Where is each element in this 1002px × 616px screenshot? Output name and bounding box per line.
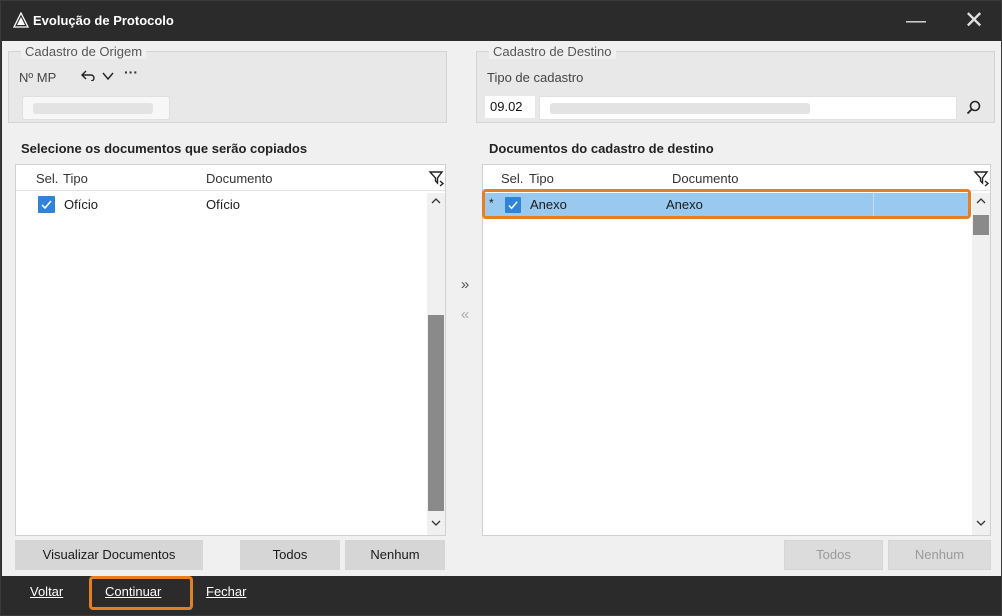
right-panel-title: Documentos do cadastro de destino <box>489 141 714 156</box>
close-window-button[interactable]: ✕ <box>952 7 996 35</box>
destination-documents-grid: Sel. Tipo Documento * Anexo Anexo <box>482 164 991 536</box>
move-right-button[interactable]: » <box>457 277 473 293</box>
redacted-value <box>33 103 153 114</box>
bottom-action-bar: Voltar Continuar Fechar <box>2 576 1001 611</box>
column-header-tipo[interactable]: Tipo <box>63 171 88 186</box>
dialog-body: Cadastro de Origem Nº MP ··· Cadastro de… <box>2 41 1001 576</box>
cadastro-destino-legend: Cadastro de Destino <box>489 44 616 59</box>
column-header-documento[interactable]: Documento <box>206 171 272 186</box>
scroll-up-icon[interactable] <box>972 193 990 211</box>
move-left-button[interactable]: « <box>457 307 473 323</box>
scroll-down-icon[interactable] <box>427 515 445 533</box>
scroll-down-icon[interactable] <box>972 515 990 533</box>
column-header-documento[interactable]: Documento <box>672 171 738 186</box>
grid-header: Sel. Tipo Documento <box>483 165 990 191</box>
voltar-button[interactable]: Voltar <box>30 584 63 599</box>
cadastro-destino-group: Cadastro de Destino Tipo de cadastro 09.… <box>476 44 995 123</box>
select-all-button[interactable]: Todos <box>240 540 340 570</box>
tipo-cadastro-label: Tipo de cadastro <box>487 70 584 85</box>
visualizar-documentos-button[interactable]: Visualizar Documentos <box>15 540 203 570</box>
row-checkbox[interactable] <box>38 196 55 213</box>
evolucao-protocolo-window: Evolução de Protocolo — ✕ Cadastro de Or… <box>0 0 1002 616</box>
row-documento: Ofício <box>206 197 240 212</box>
app-logo-icon <box>13 12 29 28</box>
undo-icon[interactable] <box>81 68 95 84</box>
title-bar: Evolução de Protocolo — ✕ <box>1 1 1001 41</box>
mp-number-label: Nº MP <box>19 70 57 85</box>
search-icon[interactable] <box>965 100 983 119</box>
chevron-down-icon[interactable] <box>101 68 115 84</box>
scroll-up-icon[interactable] <box>427 193 445 211</box>
left-panel-title: Selecione os documentos que serão copiad… <box>21 141 308 156</box>
filter-icon[interactable] <box>428 169 446 187</box>
source-documents-grid: Sel. Tipo Documento Ofício Ofício <box>15 164 446 536</box>
cadastro-origem-legend: Cadastro de Origem <box>21 44 147 59</box>
select-none-button[interactable]: Nenhum <box>345 540 445 570</box>
cadastro-origem-group: Cadastro de Origem Nº MP ··· <box>8 44 447 123</box>
vertical-scrollbar[interactable] <box>972 193 990 535</box>
window-title: Evolução de Protocolo <box>33 13 174 28</box>
column-header-sel[interactable]: Sel. <box>36 171 58 186</box>
row-tipo: Ofício <box>64 197 98 212</box>
column-header-sel[interactable]: Sel. <box>501 171 523 186</box>
continuar-highlight <box>89 576 193 610</box>
vertical-scrollbar[interactable] <box>427 193 445 535</box>
column-header-tipo[interactable]: Tipo <box>529 171 554 186</box>
tipo-cadastro-code-field[interactable]: 09.02 <box>485 96 535 118</box>
destination-select-all-button[interactable]: Todos <box>784 540 883 570</box>
table-row[interactable]: Ofício Ofício <box>16 193 427 217</box>
fechar-button[interactable]: Fechar <box>206 584 246 599</box>
scrollbar-thumb[interactable] <box>428 315 444 511</box>
mp-number-field[interactable] <box>22 96 170 120</box>
grid-header: Sel. Tipo Documento <box>16 165 445 191</box>
selected-row-highlight <box>482 189 971 219</box>
more-options-button[interactable]: ··· <box>121 64 141 80</box>
filter-icon[interactable] <box>973 169 991 187</box>
tipo-cadastro-description-field[interactable] <box>539 96 957 120</box>
redacted-value <box>550 103 810 114</box>
destination-select-none-button[interactable]: Nenhum <box>888 540 991 570</box>
scrollbar-thumb[interactable] <box>973 215 989 235</box>
minimize-button[interactable]: — <box>894 7 938 35</box>
